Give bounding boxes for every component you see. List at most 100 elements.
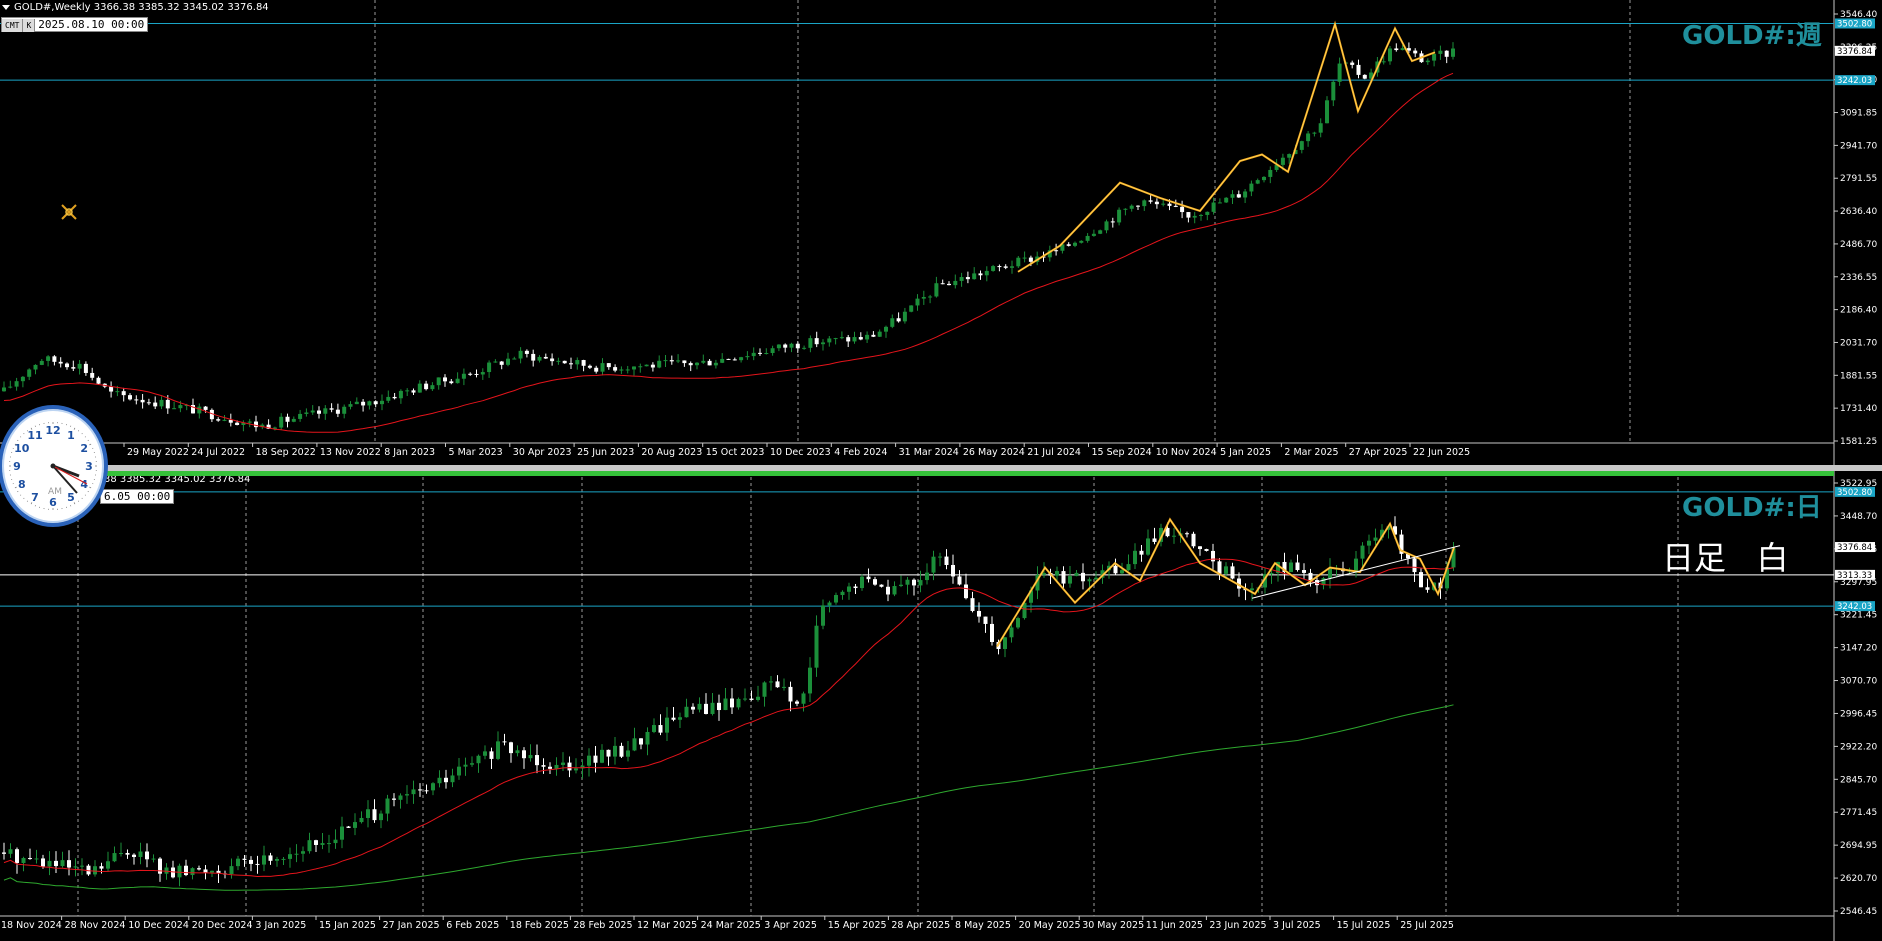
- price-label: 2336.55: [1840, 273, 1877, 283]
- candle-body: [676, 360, 681, 362]
- candle-body: [354, 401, 359, 405]
- candle-body: [762, 682, 767, 697]
- candle-body: [164, 867, 169, 874]
- weekly-chart-pane[interactable]: 3546.403396.253241.103091.852941.702791.…: [0, 0, 1882, 465]
- collapse-triangle-icon[interactable]: [2, 4, 10, 10]
- date-label: 15 Jan 2025: [319, 920, 376, 931]
- candle-body: [1306, 133, 1311, 142]
- candle-body: [632, 738, 637, 751]
- candle-body: [827, 338, 832, 343]
- candle-body: [236, 858, 240, 867]
- candle-body: [1299, 141, 1304, 150]
- candle-body: [847, 586, 851, 592]
- candle-body: [638, 366, 643, 368]
- cmt-tag[interactable]: CMT: [2, 19, 24, 32]
- candle-body: [940, 283, 945, 285]
- pane-green-bar: [0, 471, 1834, 476]
- date-label: 23 Jun 2025: [1209, 920, 1266, 931]
- date-label: 8 May 2025: [955, 920, 1011, 931]
- crosshair-pen-icon[interactable]: [60, 203, 78, 221]
- candle-body: [739, 357, 744, 361]
- candle-body: [134, 399, 139, 401]
- candle-body: [957, 576, 962, 585]
- candle-body: [1328, 568, 1332, 579]
- candle-body: [242, 858, 247, 860]
- price-label: 2791.55: [1840, 174, 1877, 184]
- candle-body: [307, 840, 312, 852]
- candle-body: [1302, 570, 1306, 573]
- candle-body: [1312, 132, 1317, 134]
- candle-body: [317, 410, 321, 414]
- price-label: 2546.45: [1840, 907, 1877, 917]
- clock-tick: [17, 439, 19, 441]
- candle-body: [865, 334, 870, 340]
- candle-body: [537, 356, 542, 361]
- clock-numeral: 9: [13, 460, 21, 473]
- candle-body: [1129, 205, 1134, 209]
- candle-body: [1146, 538, 1150, 555]
- candle-body: [502, 741, 507, 743]
- candle-body: [1224, 197, 1229, 203]
- clock-tick: [89, 486, 92, 489]
- daily-datetime-box[interactable]: 6.05 00:00: [100, 489, 175, 504]
- candle-body: [736, 698, 741, 708]
- candle-body: [145, 851, 149, 860]
- candle-body: [73, 866, 78, 868]
- clock-center-pin: [50, 463, 56, 469]
- candle-body: [567, 762, 572, 771]
- zigzag-highlight: [1017, 22, 1436, 273]
- candle-body: [782, 686, 786, 688]
- candle-body: [367, 401, 372, 406]
- candle-body: [77, 363, 82, 369]
- candle-body: [978, 273, 983, 276]
- candle-body: [190, 868, 195, 876]
- candle-body: [965, 277, 970, 280]
- candle-body: [436, 377, 441, 386]
- daily-chart-pane[interactable]: 3522.953448.703374.453297.953221.453147.…: [0, 471, 1882, 941]
- candle-body: [1009, 627, 1014, 638]
- date-label: 5 Jan 2025: [1220, 447, 1271, 458]
- candle-body: [688, 363, 693, 366]
- candle-body: [128, 395, 132, 400]
- candle-body: [353, 822, 357, 828]
- clock-tick: [81, 433, 83, 435]
- candle-body: [713, 362, 718, 366]
- candle-body: [732, 359, 737, 361]
- daily-chart-canvas[interactable]: 3522.953448.703374.453297.953221.453147.…: [0, 471, 1882, 941]
- price-label: 3091.85: [1840, 109, 1877, 119]
- candle-body: [1054, 250, 1059, 252]
- candle-body: [291, 418, 296, 422]
- candle-body: [556, 360, 561, 362]
- candle-body: [361, 401, 366, 406]
- candle-body: [1120, 570, 1124, 574]
- analog-clock-widget[interactable]: 12 1 2 3 4 5 6 7 8 9 10 11 AM: [0, 405, 108, 527]
- candle-body: [1098, 230, 1103, 234]
- candle-body: [46, 356, 51, 361]
- candle-body: [665, 717, 669, 733]
- candle-body: [1022, 257, 1027, 259]
- candle-body: [1081, 572, 1085, 582]
- candle-body: [821, 342, 825, 345]
- candle-body: [21, 858, 26, 863]
- weekly-chart-canvas[interactable]: 3546.403396.253241.103091.852941.702791.…: [0, 0, 1882, 465]
- weekly-datetime-box[interactable]: CMT K 2025.08.10 00:00: [1, 17, 149, 32]
- candle-body: [840, 591, 845, 596]
- date-label: 26 May 2024: [963, 447, 1025, 458]
- candle-body: [606, 363, 611, 368]
- candle-body: [548, 766, 552, 769]
- candle-body: [1087, 579, 1092, 582]
- candle-body: [704, 703, 708, 714]
- candle-body: [461, 373, 466, 379]
- candle-body: [726, 358, 731, 360]
- candle-body: [509, 742, 513, 754]
- candle-body: [574, 768, 578, 771]
- candle-body: [619, 745, 624, 757]
- date-label: 3 Apr 2025: [764, 920, 817, 931]
- candle-body: [1152, 538, 1157, 542]
- candle-body: [455, 378, 460, 384]
- candle-body: [138, 851, 143, 857]
- k-tag[interactable]: K: [23, 19, 36, 32]
- candle-body: [972, 273, 977, 280]
- price-label: 1581.25: [1840, 437, 1877, 447]
- candle-body: [970, 598, 975, 611]
